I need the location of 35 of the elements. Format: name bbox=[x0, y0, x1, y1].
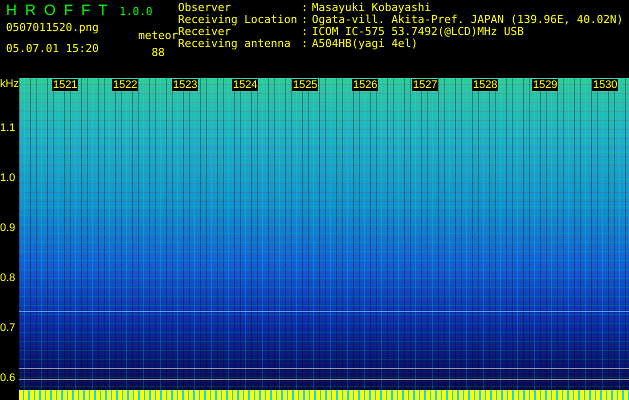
time-label: 1527 bbox=[412, 79, 438, 91]
info-label: Receiving Location bbox=[178, 14, 298, 26]
frequency-label: 0.9 bbox=[0, 222, 16, 234]
time-label: 1524 bbox=[232, 79, 258, 91]
frequency-label: 0.8 bbox=[0, 272, 16, 284]
info-label: Receiving antenna bbox=[178, 38, 292, 50]
frequency-label: 0.6 bbox=[0, 372, 16, 384]
frequency-label: 0.7 bbox=[0, 322, 16, 334]
info-label: Receiver bbox=[178, 26, 231, 38]
time-label: 1521 bbox=[52, 79, 78, 91]
meteor-count: 88 bbox=[152, 46, 165, 59]
info-value: ICOM IC-575 53.7492(@LCD)MHz USB bbox=[312, 26, 525, 38]
version-label: 1.0.0 bbox=[119, 5, 153, 18]
meteor-label: meteor bbox=[138, 29, 178, 42]
info-separator: : bbox=[301, 26, 308, 38]
info-separator: : bbox=[301, 2, 308, 14]
time-label: 1522 bbox=[112, 79, 138, 91]
info-value: Masayuki Kobayashi bbox=[312, 2, 432, 14]
frequency-label: 1.1 bbox=[0, 122, 16, 134]
info-value: Ogata-vill. Akita-Pref. JAPAN (139.96E, 40.02N) bbox=[312, 14, 624, 26]
time-label: 1530 bbox=[592, 79, 618, 91]
app-title: H R O F F T bbox=[6, 2, 110, 19]
time-label: 1529 bbox=[532, 79, 558, 91]
file-name: 0507011520.png bbox=[6, 21, 99, 34]
info-value: A504HB(yagi 4el) bbox=[312, 38, 419, 50]
time-label: 1528 bbox=[472, 79, 498, 91]
info-label: Observer bbox=[178, 2, 232, 14]
unit-label: kHz bbox=[0, 78, 19, 90]
info-separator: : bbox=[301, 38, 308, 50]
time-label: 1526 bbox=[352, 79, 378, 91]
time-label: 1523 bbox=[172, 79, 198, 91]
info-separator: : bbox=[301, 14, 308, 26]
frequency-label: 1.0 bbox=[0, 172, 16, 184]
date-time: 05.07.01 15:20 bbox=[6, 42, 99, 55]
time-label: 1525 bbox=[292, 79, 318, 91]
